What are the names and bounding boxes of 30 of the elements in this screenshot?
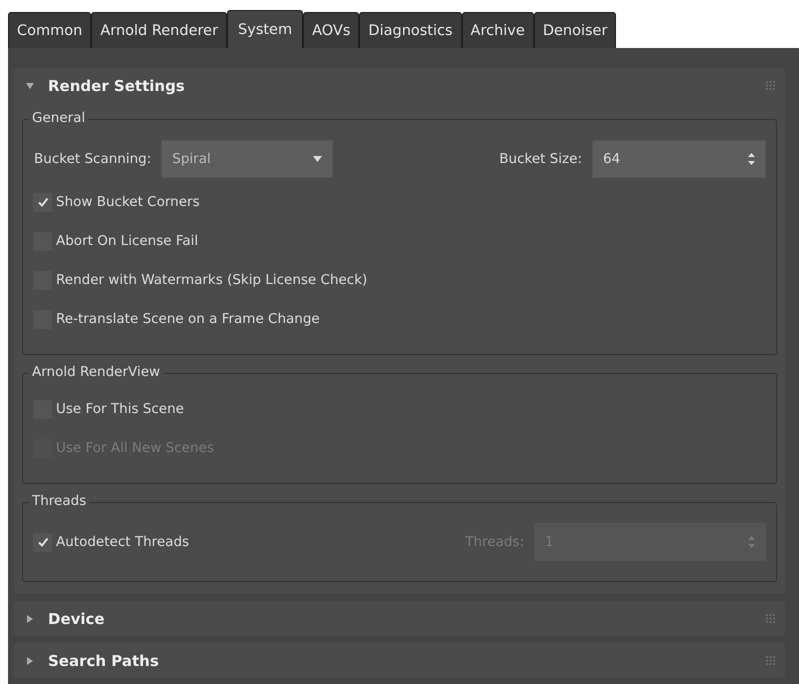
grip-icon [766, 656, 775, 665]
grip-icon [766, 81, 775, 90]
expand-arrow-icon [26, 614, 34, 622]
dropdown-arrow-icon [313, 156, 322, 162]
checkbox[interactable]: Use For This Scene [33, 400, 184, 418]
tab[interactable]: System [227, 10, 304, 48]
checkmark-icon [36, 536, 48, 548]
checkbox[interactable]: Re-translate Scene on a Frame Change [33, 310, 320, 328]
tab[interactable]: Common [8, 12, 92, 48]
tab[interactable]: Archive [462, 12, 534, 48]
field-label: Bucket Size: [499, 151, 582, 167]
spinner-arrows-icon [748, 153, 755, 165]
spinner-arrows-icon [748, 536, 755, 548]
expand-arrow-icon [26, 656, 34, 664]
checkbox[interactable]: Abort On License Fail [33, 232, 198, 250]
rollout-header[interactable]: Render Settings [14, 68, 785, 103]
tab[interactable]: Denoiser [534, 12, 616, 48]
spinner-field[interactable]: 64 [592, 140, 766, 178]
tab[interactable]: Diagnostics [359, 12, 462, 48]
rollout-header[interactable]: Device [14, 601, 785, 636]
tab[interactable]: Arnold Renderer [91, 12, 228, 48]
checkbox[interactable]: Show Bucket Corners [33, 192, 200, 212]
checkmark-icon [36, 196, 48, 208]
grip-icon [766, 614, 775, 623]
rollout-header[interactable]: Search Paths [14, 643, 785, 678]
checkbox[interactable]: Render with Watermarks (Skip License Check) [33, 270, 368, 290]
field-label: Bucket Scanning: [34, 151, 152, 167]
expand-arrow-icon [26, 82, 34, 90]
checkbox[interactable]: Autodetect Threads [33, 532, 190, 552]
tab[interactable]: AOVs [303, 12, 360, 48]
